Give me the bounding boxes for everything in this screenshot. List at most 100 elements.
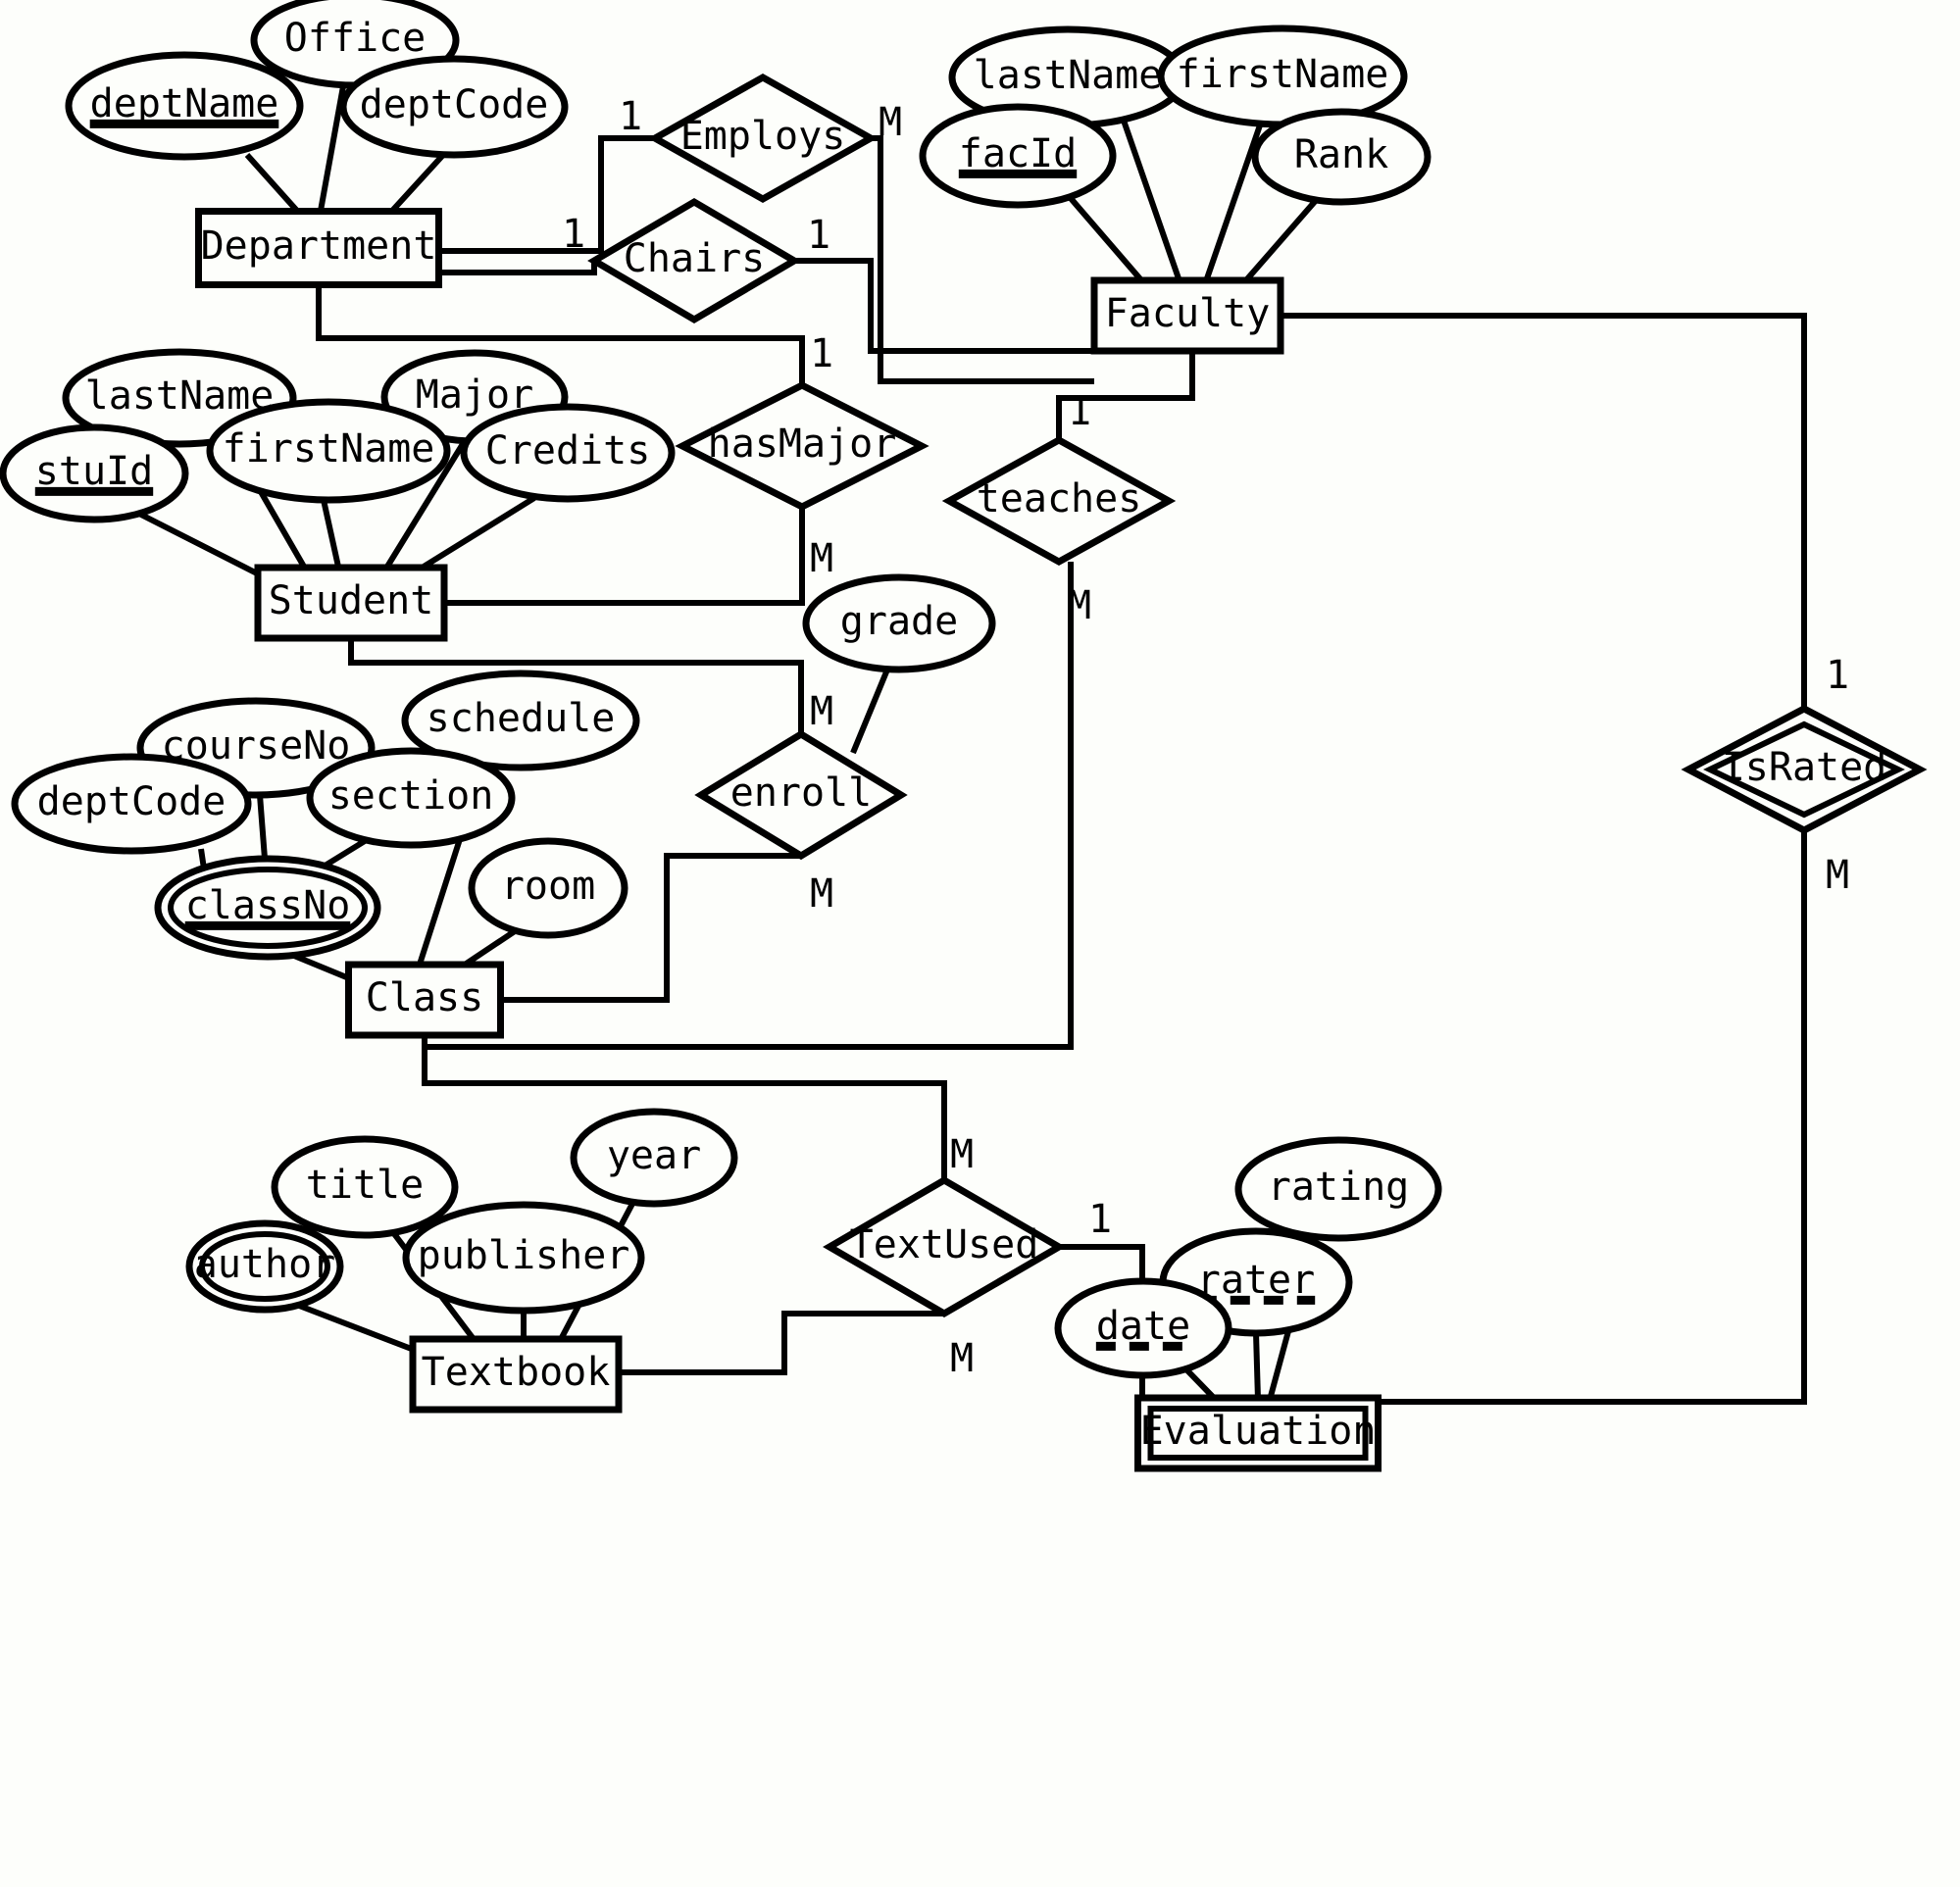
attribute-label: author xyxy=(194,1242,336,1287)
relationships-layer: Employs Chairs hasMajor teaches enroll TextUs… xyxy=(587,73,1928,1318)
attribute-label: grade xyxy=(840,599,958,644)
edge-stu-stuid xyxy=(135,510,265,579)
cardinality-label: 1 xyxy=(619,94,642,139)
cardinality-label: M xyxy=(1068,583,1091,628)
cardinality-label: 1 xyxy=(1068,389,1091,434)
attribute-label: Rank xyxy=(1294,132,1388,177)
relationship-enroll[interactable]: enroll xyxy=(694,729,908,861)
attribute-label: lastName xyxy=(974,53,1163,98)
entity-label: Class xyxy=(366,975,483,1020)
attribute-label: Office xyxy=(284,16,427,61)
attribute-classno[interactable]: classNo xyxy=(154,855,381,961)
attribute-title[interactable]: title xyxy=(271,1135,459,1239)
relationship-hasmajor[interactable]: hasMajor xyxy=(675,381,930,511)
relationship-label: enroll xyxy=(730,770,873,816)
edge-faculty-israted xyxy=(1281,313,1807,709)
relationship-label: IsRated xyxy=(1722,745,1887,790)
relationship-label: TextUsed xyxy=(850,1222,1039,1267)
cardinality-label: M xyxy=(810,871,833,917)
edge-txt-author xyxy=(292,1301,424,1356)
edge-cls-courseno xyxy=(257,794,268,860)
attribute-firstname[interactable]: firstName xyxy=(1157,25,1408,128)
er-diagram-svg: deptNameOffice deptCode lastName firstName f… xyxy=(0,0,1928,1472)
entity-evaluation[interactable]: Evaluation xyxy=(1134,1394,1382,1472)
attribute-label: publisher xyxy=(418,1233,630,1278)
attribute-publisher[interactable]: publisher xyxy=(402,1201,645,1315)
edge-fac-firstname xyxy=(1203,119,1265,282)
attribute-label: lastName xyxy=(85,373,275,419)
entity-label: Textbook xyxy=(422,1350,611,1395)
edge-dept-deptcode xyxy=(389,152,446,214)
cardinality-label: 1 xyxy=(1826,653,1849,698)
attribute-label: firstName xyxy=(223,426,435,472)
attribute-label: title xyxy=(306,1163,424,1208)
attribute-room[interactable]: room xyxy=(468,837,628,939)
attribute-label: year xyxy=(607,1133,701,1178)
edge-israted-evaluation xyxy=(1378,830,1807,1405)
relationship-teaches[interactable]: teaches xyxy=(941,435,1177,567)
attribute-deptname[interactable]: deptName xyxy=(65,51,304,161)
entity-label: Department xyxy=(201,223,437,269)
edge-fac-lastname xyxy=(1120,117,1182,282)
edge-textused-textbook xyxy=(619,1311,944,1375)
attribute-credits[interactable]: Credits xyxy=(460,403,676,503)
entity-label: Evaluation xyxy=(1140,1409,1377,1454)
entity-department[interactable]: Department xyxy=(195,208,442,288)
relationship-chairs[interactable]: Chairs xyxy=(587,197,801,324)
attribute-year[interactable]: year xyxy=(570,1108,738,1208)
entity-label: Faculty xyxy=(1105,291,1271,336)
edge-stu-credits xyxy=(422,495,536,570)
relationship-label: Employs xyxy=(680,114,846,159)
attribute-label: deptCode xyxy=(37,779,226,824)
cardinality-label: M xyxy=(810,689,833,734)
attribute-label: firstName xyxy=(1177,52,1389,97)
cardinality-label: M xyxy=(950,1132,974,1177)
cardinality-label: 1 xyxy=(810,331,833,376)
cardinality-label: 1 xyxy=(807,213,830,258)
attribute-facid[interactable]: facId xyxy=(919,103,1117,209)
cardinality-label: M xyxy=(810,536,833,581)
entity-label: Student xyxy=(269,578,434,623)
attribute-section[interactable]: section xyxy=(306,747,516,849)
edge-grade-enroll xyxy=(850,668,890,755)
er-diagram-canvas: deptName Office deptCode lastName firstName f… xyxy=(0,0,1960,1887)
attributes-layer: deptNameOffice deptCode lastName firstName f… xyxy=(0,0,1442,1379)
cardinality-label: M xyxy=(879,100,902,145)
attribute-stuid[interactable]: stuId xyxy=(0,423,189,523)
relationship-label: teaches xyxy=(977,476,1142,521)
cardinality-label: 1 xyxy=(1088,1197,1112,1242)
relationship-textused[interactable]: TextUsed xyxy=(823,1175,1066,1318)
edge-fac-facid xyxy=(1066,194,1145,283)
attribute-label: deptCode xyxy=(360,82,549,127)
entity-student[interactable]: Student xyxy=(254,564,448,642)
attribute-firstname[interactable]: firstName xyxy=(206,398,451,504)
attribute-label: rating xyxy=(1268,1165,1410,1210)
edge-dept-chairs xyxy=(439,261,597,275)
edge-dept-office xyxy=(318,85,346,212)
entity-class[interactable]: Class xyxy=(345,961,504,1039)
attribute-grade[interactable]: grade xyxy=(802,573,996,673)
attribute-deptcode[interactable]: deptCode xyxy=(11,753,252,855)
attribute-author[interactable]: author xyxy=(185,1219,344,1314)
cardinality-label: M xyxy=(1826,853,1849,898)
edge-fac-rank xyxy=(1242,195,1322,283)
attribute-label: Credits xyxy=(485,428,651,473)
relationship-israted[interactable]: IsRated xyxy=(1681,705,1928,834)
attribute-label: room xyxy=(501,864,595,909)
edge-dept-deptname xyxy=(244,152,300,214)
relationship-label: Chairs xyxy=(624,236,766,281)
relationship-employs[interactable]: Employs xyxy=(647,73,879,204)
attribute-rank[interactable]: Rank xyxy=(1251,108,1432,206)
cardinality-label: 1 xyxy=(562,212,585,257)
entity-faculty[interactable]: Faculty xyxy=(1090,276,1284,355)
relationship-label: hasMajor xyxy=(708,422,897,467)
attribute-deptcode[interactable]: deptCode xyxy=(339,55,569,159)
edge-stu-firstname xyxy=(321,499,341,568)
cardinality-label: M xyxy=(950,1336,974,1381)
entity-textbook[interactable]: Textbook xyxy=(409,1335,623,1414)
attribute-label: section xyxy=(328,773,494,819)
edge-chairs-faculty xyxy=(794,258,1094,354)
attribute-date[interactable]: date xyxy=(1054,1277,1232,1379)
attribute-rating[interactable]: rating xyxy=(1234,1136,1442,1242)
attribute-label: schedule xyxy=(427,696,616,741)
